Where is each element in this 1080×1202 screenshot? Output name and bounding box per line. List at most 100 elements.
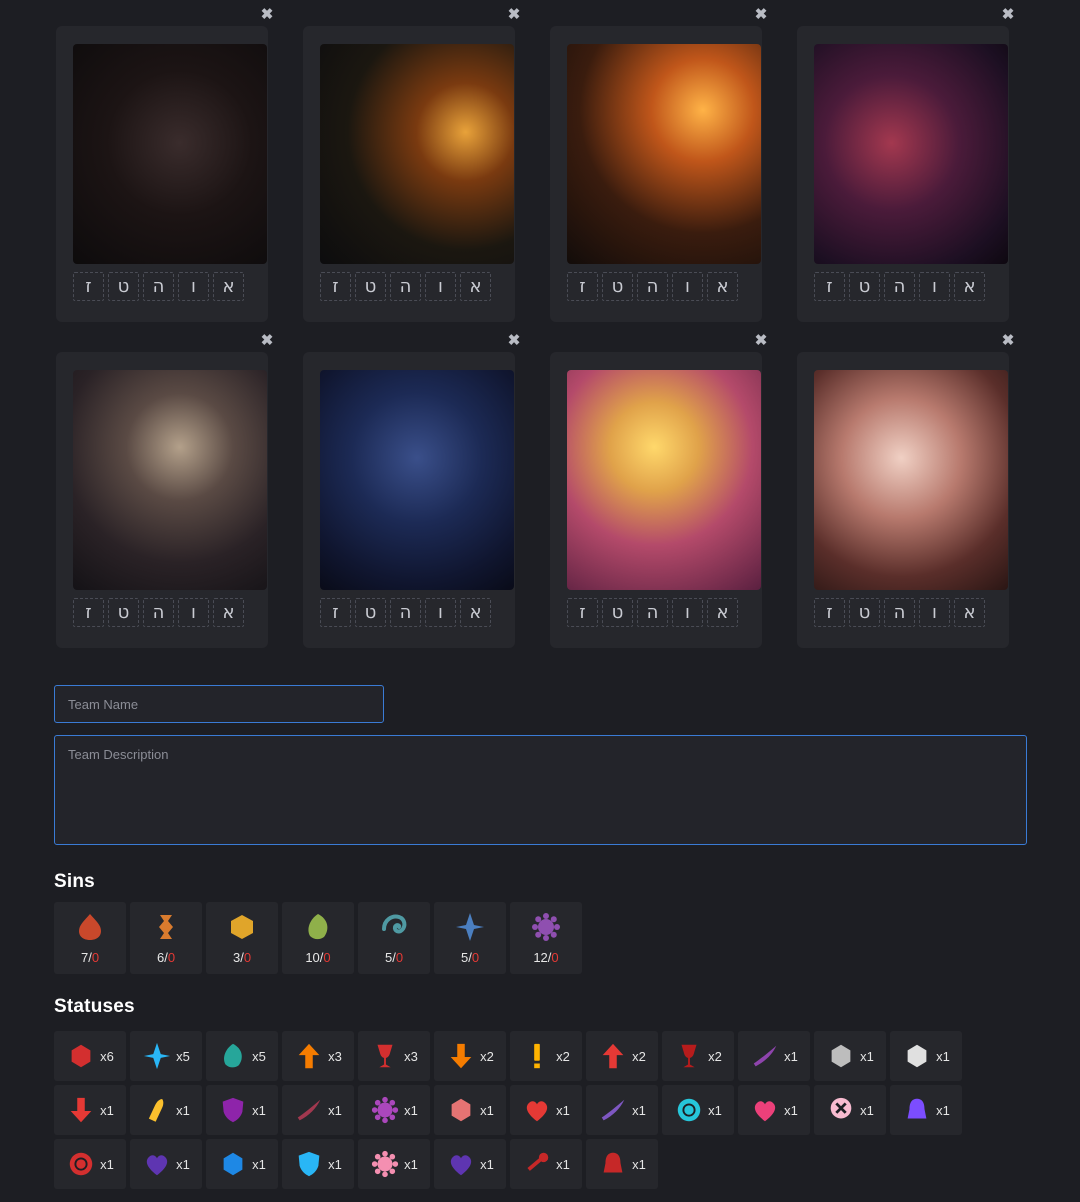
identity-portrait[interactable] [320, 44, 514, 264]
status-item[interactable]: x1 [738, 1031, 810, 1081]
ego-slot[interactable]: א [213, 272, 244, 301]
ego-slot[interactable]: ו [672, 598, 703, 627]
ego-slot[interactable]: ט [602, 598, 633, 627]
ego-slot[interactable]: ה [390, 598, 421, 627]
status-item[interactable]: x1 [586, 1085, 658, 1135]
ego-slot[interactable]: א [460, 272, 491, 301]
status-item[interactable]: x1 [282, 1139, 354, 1189]
ego-slot[interactable]: ה [637, 272, 668, 301]
status-item[interactable]: x1 [738, 1085, 810, 1135]
identity-portrait[interactable] [320, 370, 514, 590]
ego-slot[interactable]: א [954, 598, 985, 627]
team-name-input[interactable] [54, 685, 384, 723]
status-item[interactable]: x5 [130, 1031, 202, 1081]
status-item[interactable]: x6 [54, 1031, 126, 1081]
ego-slot[interactable]: ו [178, 272, 209, 301]
ego-slot[interactable]: א [460, 598, 491, 627]
identity-card[interactable]: ✖ ז ט ה ו א [303, 333, 520, 648]
team-description-input[interactable] [54, 735, 1027, 845]
remove-identity-icon[interactable]: ✖ [754, 7, 768, 22]
ego-slot[interactable]: ט [849, 272, 880, 301]
status-item[interactable]: x1 [510, 1085, 582, 1135]
ego-slot[interactable]: ז [814, 598, 845, 627]
ego-slot[interactable]: ו [672, 272, 703, 301]
identity-card[interactable]: ✖ ז ט ה ו א [550, 333, 767, 648]
ego-slot[interactable]: ו [919, 272, 950, 301]
ego-slot[interactable]: א [707, 598, 738, 627]
ego-slot[interactable]: ז [567, 598, 598, 627]
ego-slot[interactable]: ה [143, 598, 174, 627]
remove-identity-icon[interactable]: ✖ [754, 333, 768, 348]
ego-slot[interactable]: ט [108, 598, 139, 627]
status-item[interactable]: x1 [206, 1139, 278, 1189]
ego-slot[interactable]: ה [637, 598, 668, 627]
ego-slot[interactable]: ה [884, 272, 915, 301]
ego-slot[interactable]: ה [143, 272, 174, 301]
status-item[interactable]: x1 [130, 1139, 202, 1189]
status-item[interactable]: x3 [282, 1031, 354, 1081]
identity-card[interactable]: ✖ ז ט ה ו א [797, 333, 1014, 648]
ego-slot[interactable]: ט [849, 598, 880, 627]
remove-identity-icon[interactable]: ✖ [260, 333, 274, 348]
ego-slot[interactable]: ז [73, 598, 104, 627]
status-item[interactable]: x2 [510, 1031, 582, 1081]
status-item[interactable]: x2 [434, 1031, 506, 1081]
status-item[interactable]: x1 [586, 1139, 658, 1189]
remove-identity-icon[interactable]: ✖ [1001, 7, 1015, 22]
remove-identity-icon[interactable]: ✖ [1001, 333, 1015, 348]
status-item[interactable]: x1 [890, 1085, 962, 1135]
identity-card[interactable]: ✖ ז ט ה ו א [797, 7, 1014, 322]
status-item[interactable]: x1 [282, 1085, 354, 1135]
identity-portrait[interactable] [73, 370, 267, 590]
status-item[interactable]: x2 [662, 1031, 734, 1081]
ego-slot[interactable]: א [707, 272, 738, 301]
identity-card[interactable]: ✖ ז ט ה ו א [550, 7, 767, 322]
identity-card[interactable]: ✖ ז ט ה ו א [303, 7, 520, 322]
ego-slot[interactable]: ו [919, 598, 950, 627]
ego-slot[interactable]: ז [814, 272, 845, 301]
identity-portrait[interactable] [567, 44, 761, 264]
status-item[interactable]: x1 [814, 1031, 886, 1081]
ego-slot[interactable]: ז [73, 272, 104, 301]
identity-card[interactable]: ✖ ז ט ה ו א [56, 7, 273, 322]
identity-portrait[interactable] [73, 44, 267, 264]
remove-identity-icon[interactable]: ✖ [507, 333, 521, 348]
status-item[interactable]: x1 [434, 1139, 506, 1189]
status-item[interactable]: x1 [510, 1139, 582, 1189]
status-item[interactable]: x1 [130, 1085, 202, 1135]
status-item[interactable]: x1 [54, 1139, 126, 1189]
wrath-icon [74, 911, 106, 948]
identity-portrait[interactable] [567, 370, 761, 590]
status-item[interactable]: x1 [434, 1085, 506, 1135]
identity-portrait[interactable] [814, 370, 1008, 590]
ego-slot[interactable]: ט [602, 272, 633, 301]
status-item[interactable]: x1 [206, 1085, 278, 1135]
identity-portrait[interactable] [814, 44, 1008, 264]
status-item[interactable]: x1 [358, 1085, 430, 1135]
ego-slot[interactable]: ז [567, 272, 598, 301]
status-item[interactable]: x1 [662, 1085, 734, 1135]
ego-slot[interactable]: ז [320, 598, 351, 627]
ego-slot[interactable]: ו [425, 598, 456, 627]
status-item[interactable]: x5 [206, 1031, 278, 1081]
status-item[interactable]: x1 [890, 1031, 962, 1081]
ego-slot[interactable]: ו [425, 272, 456, 301]
status-item[interactable]: x3 [358, 1031, 430, 1081]
status-item[interactable]: x1 [814, 1085, 886, 1135]
ego-slot[interactable]: א [213, 598, 244, 627]
remove-identity-icon[interactable]: ✖ [260, 7, 274, 22]
ego-slot[interactable]: ה [884, 598, 915, 627]
ego-slot[interactable]: ט [355, 272, 386, 301]
ego-slot[interactable]: א [954, 272, 985, 301]
ego-slot[interactable]: ו [178, 598, 209, 627]
ego-slot[interactable]: ט [355, 598, 386, 627]
status-item[interactable]: x2 [586, 1031, 658, 1081]
status-item[interactable]: x1 [358, 1139, 430, 1189]
identity-card[interactable]: ✖ ז ט ה ו א [56, 333, 273, 648]
status-count: x1 [176, 1102, 190, 1118]
remove-identity-icon[interactable]: ✖ [507, 7, 521, 22]
ego-slot[interactable]: ה [390, 272, 421, 301]
status-item[interactable]: x1 [54, 1085, 126, 1135]
ego-slot[interactable]: ט [108, 272, 139, 301]
ego-slot[interactable]: ז [320, 272, 351, 301]
